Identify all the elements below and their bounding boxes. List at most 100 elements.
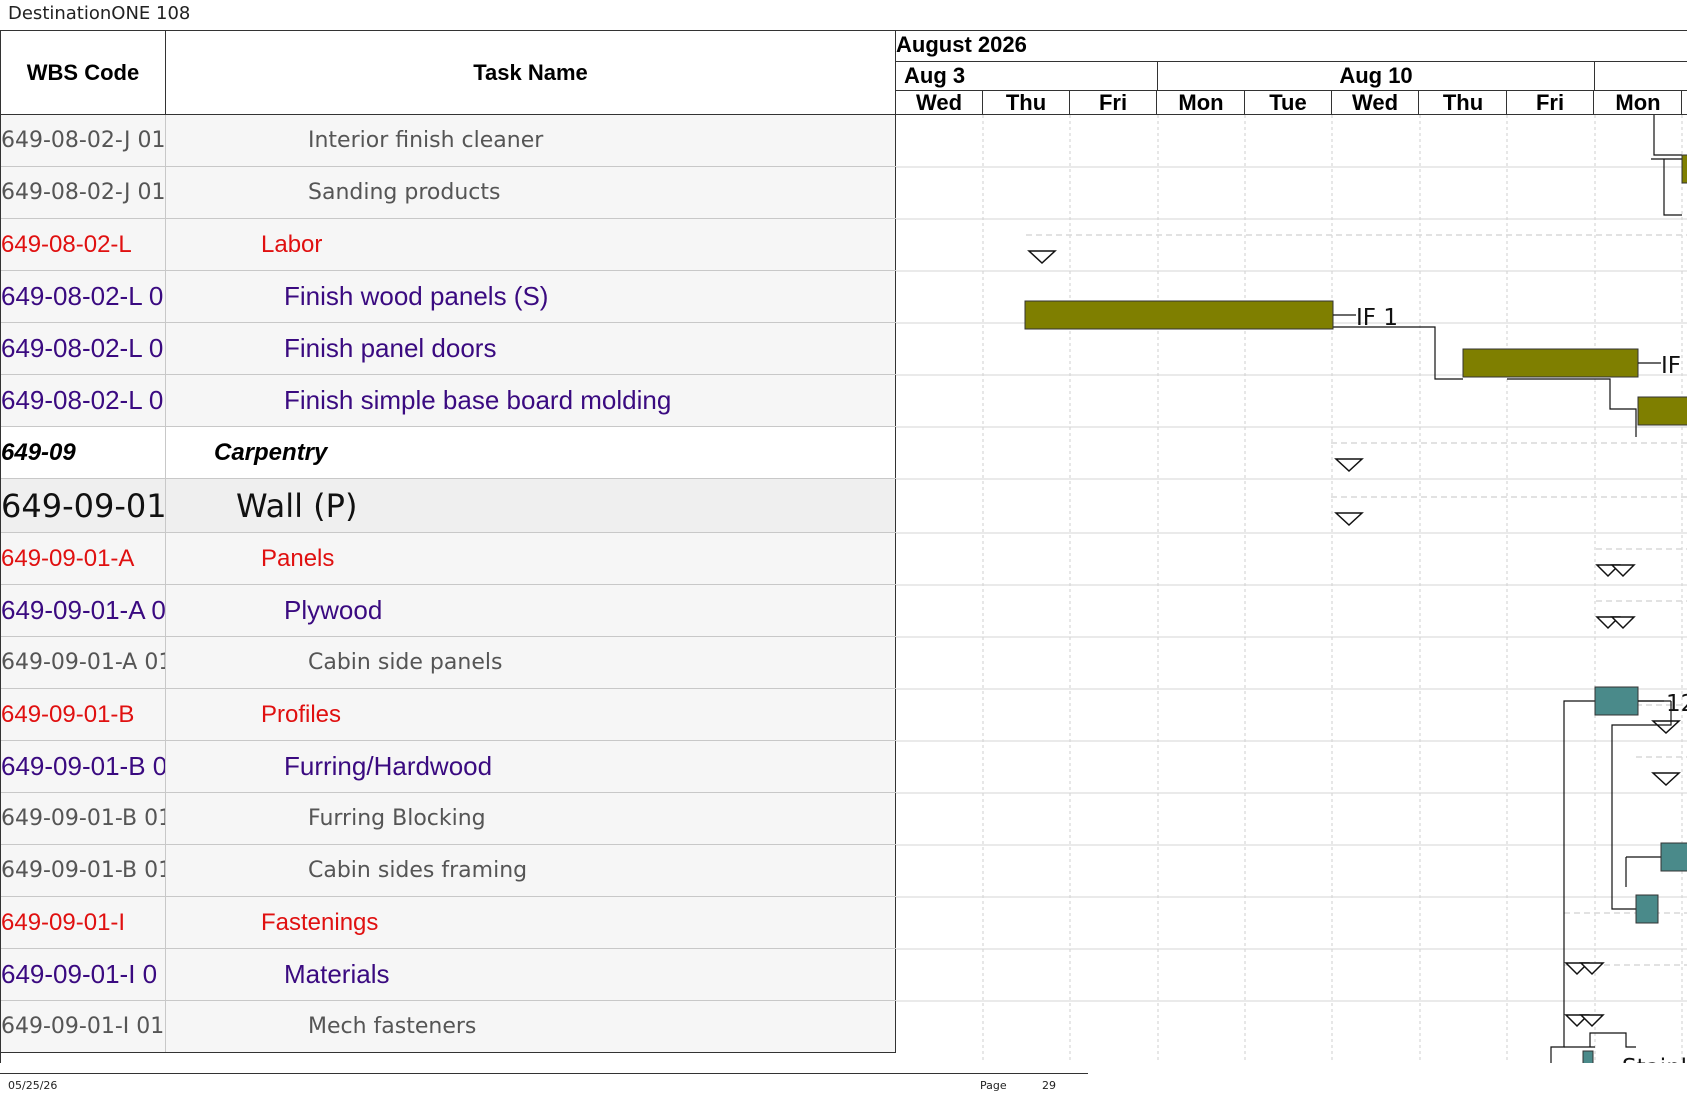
- task-name: Cabin sides framing: [308, 858, 528, 883]
- task-bar[interactable]: [1637, 396, 1687, 426]
- task-name: Wall (P): [236, 486, 358, 525]
- table-row[interactable]: 649-09-01-B 01 Cabin sides framing: [1, 845, 896, 897]
- table-row[interactable]: 649-09-01 Wall (P): [1, 479, 896, 533]
- task-name-cell: Wall (P): [166, 479, 896, 532]
- wbs-column-header[interactable]: WBS Code: [1, 31, 166, 115]
- gantt-sheet: WBS Code Task Name August 2026 Aug 3 Aug…: [0, 30, 1687, 1063]
- task-name-cell: Finish panel doors: [166, 323, 896, 374]
- summary-triangle-icon[interactable]: [1651, 720, 1681, 735]
- task-name-cell: Plywood: [166, 585, 896, 636]
- week-label: Aug 10: [1158, 62, 1595, 90]
- summary-triangle-icon[interactable]: [1579, 1014, 1605, 1028]
- summary-triangle-icon[interactable]: [1610, 616, 1636, 630]
- task-name: Furring/Hardwood: [284, 751, 493, 781]
- olive-task-bars: [1024, 154, 1687, 426]
- task-name-cell: Sanding products: [166, 167, 896, 218]
- task-bar[interactable]: [1635, 894, 1659, 924]
- day-label: Wed: [1332, 90, 1419, 115]
- day-gridlines: [982, 115, 1683, 1063]
- task-name: Furring Blocking: [308, 806, 486, 831]
- month-label: August 2026: [896, 32, 1027, 57]
- table-row[interactable]: 649-09-01-B 01 Furring Blocking: [1, 793, 896, 845]
- timescale-week-row: Aug 3 Aug 10: [896, 62, 1687, 91]
- table-row[interactable]: 649-09 Carpentry: [1, 427, 896, 479]
- wbs-code-cell: 649-09-01: [1, 479, 166, 532]
- row-gridlines: [896, 166, 1687, 1002]
- wbs-code-cell: 649-09-01-B 0: [1, 741, 166, 792]
- task-name-cell: Mech fasteners: [166, 1001, 896, 1052]
- summary-triangle-icon[interactable]: [1027, 250, 1057, 265]
- table-row[interactable]: 649-09-01-A Panels: [1, 533, 896, 585]
- timescale-day-row: Wed Thu Fri Mon Tue Wed Thu Fri Mon: [896, 90, 1687, 115]
- wbs-code-cell: 649-08-02-J 01: [1, 167, 166, 218]
- table-row[interactable]: 649-09-01-A 01 Cabin side panels: [1, 637, 896, 689]
- table-row[interactable]: 649-09-01-I 01 Mech fasteners: [1, 1001, 896, 1053]
- task-name: Plywood: [284, 595, 383, 625]
- table-row[interactable]: 649-08-02-L 0 Finish panel doors: [1, 323, 896, 375]
- document-title: DestinationONE 108: [8, 3, 191, 24]
- footer-page-number: 29: [1042, 1079, 1056, 1092]
- table-row[interactable]: 649-08-02-J 01 Sanding products: [1, 167, 896, 219]
- task-column-header[interactable]: Task Name: [166, 31, 896, 115]
- task-bar[interactable]: [1594, 686, 1639, 716]
- task-name-cell: Profiles: [166, 689, 896, 740]
- task-name-cell: Furring Blocking: [166, 793, 896, 844]
- task-bar[interactable]: [1024, 300, 1334, 330]
- table-row[interactable]: 649-08-02-L 0 Finish simple base board m…: [1, 375, 896, 427]
- task-name-cell: Finish simple base board molding: [166, 375, 896, 426]
- task-bar[interactable]: [1462, 348, 1639, 378]
- summary-triangle-icon[interactable]: [1334, 512, 1364, 527]
- task-name: Finish wood panels (S): [284, 281, 549, 311]
- wbs-code-cell: 649-09-01-B 01: [1, 793, 166, 844]
- table-row[interactable]: 649-09-01-I Fastenings: [1, 897, 896, 949]
- bar-label: IF 1: [1356, 305, 1398, 331]
- wbs-code-cell: 649-09-01-A 0: [1, 585, 166, 636]
- table-row[interactable]: 649-09-01-B 0 Furring/Hardwood: [1, 741, 896, 793]
- task-name: Carpentry: [214, 438, 328, 466]
- task-name-cell: Furring/Hardwood: [166, 741, 896, 792]
- table-row[interactable]: 649-09-01-I 0 Materials: [1, 949, 896, 1001]
- wbs-code-cell: 649-08-02-J 01: [1, 115, 166, 166]
- day-label: Tue: [1245, 90, 1332, 115]
- wbs-code-cell: 649-09-01-A 01: [1, 637, 166, 688]
- table-row[interactable]: 649-08-02-L Labor: [1, 219, 896, 271]
- summary-triangle-icon[interactable]: [1579, 962, 1605, 976]
- wbs-code-cell: 649-09-01-I 0: [1, 949, 166, 1000]
- day-label: Fri: [1070, 90, 1157, 115]
- task-bar[interactable]: [1582, 1050, 1594, 1063]
- wbs-code-cell: 649-09-01-A: [1, 533, 166, 584]
- task-name-cell: Labor: [166, 219, 896, 270]
- wbs-code-cell: 649-09-01-B 01: [1, 845, 166, 896]
- wbs-code-cell: 649-08-02-L 0: [1, 271, 166, 322]
- table-row[interactable]: 649-09-01-B Profiles: [1, 689, 896, 741]
- wbs-code-cell: 649-09: [1, 427, 166, 478]
- table-row[interactable]: 649-08-02-L 0 Finish wood panels (S): [1, 271, 896, 323]
- week-label: Aug 3: [896, 62, 1158, 90]
- wbs-code-cell: 649-09-01-B: [1, 689, 166, 740]
- task-name: Profiles: [261, 700, 342, 728]
- summary-triangle-icon[interactable]: [1651, 772, 1681, 787]
- task-name-cell: Carpentry: [166, 427, 896, 478]
- gantt-chart-area[interactable]: IF 1 IF 12 Stainle: [896, 115, 1687, 1063]
- task-name-cell: Finish wood panels (S): [166, 271, 896, 322]
- task-bar[interactable]: [1660, 842, 1687, 872]
- day-label: Fri: [1507, 90, 1594, 115]
- table-row[interactable]: 649-08-02-J 01 Interior finish cleaner: [1, 115, 896, 167]
- table-row[interactable]: 649-09-01-A 0 Plywood: [1, 585, 896, 637]
- task-bar[interactable]: [1681, 154, 1687, 184]
- task-name: Sanding products: [308, 180, 501, 205]
- task-name: Finish panel doors: [284, 333, 497, 363]
- task-name-cell: Fastenings: [166, 897, 896, 948]
- teal-task-bars: [1582, 686, 1687, 1063]
- day-label: Thu: [1420, 90, 1507, 115]
- summary-triangle-icon[interactable]: [1334, 458, 1364, 473]
- summary-triangle-icon[interactable]: [1610, 564, 1636, 578]
- day-label: Thu: [983, 90, 1070, 115]
- task-name: Cabin side panels: [308, 650, 503, 675]
- bar-label: 12: [1666, 691, 1687, 717]
- footer-divider: [0, 1073, 1088, 1074]
- task-name-cell: Interior finish cleaner: [166, 115, 896, 166]
- wbs-code-cell: 649-08-02-L 0: [1, 323, 166, 374]
- week-label: [1595, 62, 1687, 90]
- wbs-code-cell: 649-08-02-L 0: [1, 375, 166, 426]
